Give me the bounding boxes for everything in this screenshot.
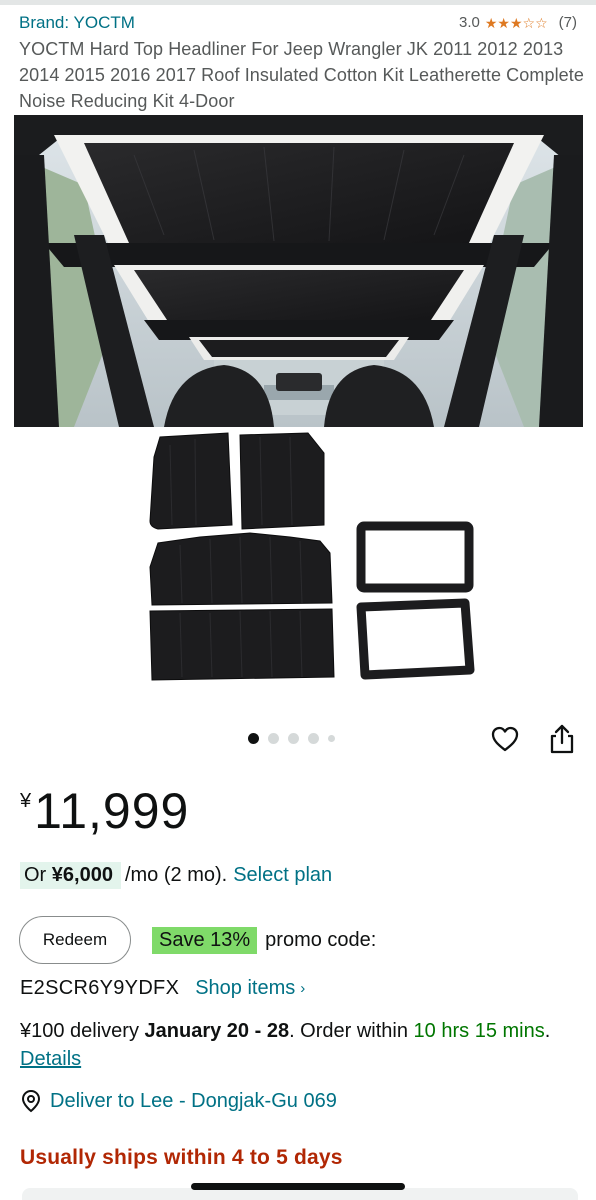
home-indicator[interactable] [191,1183,405,1190]
rating-count: (7) [558,14,577,31]
gallery-dot[interactable] [268,733,279,744]
star-full-icon: ★ [497,14,510,31]
brand-row: Brand: YOCTM 3.0 ★ ★ ★ ☆ ☆ (7) [19,13,579,35]
gallery-dot-active[interactable] [248,733,259,744]
star-empty-icon: ☆ [535,14,548,31]
star-full-icon: ★ [484,14,498,31]
installment-plan: Or ¥6,000 /mo (2 mo). Select plan [20,862,332,889]
star-empty-icon: ☆ [522,14,536,31]
star-full-icon: ★ [509,14,523,31]
details-link[interactable]: Details [20,1048,81,1070]
jeep-interior-illustration [14,115,583,427]
gallery-pagination [248,733,335,744]
price-amount: 11,999 [34,783,190,839]
promo-row: Redeem Save 13% promo code: [19,916,376,964]
price-currency: ¥ [20,790,32,812]
gallery-dot[interactable] [308,733,319,744]
shop-items-label: Shop items [195,977,296,999]
redeem-button[interactable]: Redeem [19,916,131,964]
rating-value: 3.0 [458,14,480,31]
select-plan-link[interactable]: Select plan [233,864,332,887]
share-icon[interactable] [547,722,577,756]
delivery-fee: ¥100 delivery [20,1020,145,1042]
heart-icon[interactable] [490,724,520,754]
order-countdown: 10 hrs 15 mins [413,1020,545,1042]
shop-items-link[interactable]: Shop items › [195,977,305,1000]
top-edge [0,0,596,5]
promo-code: E2SCR6Y9YDFX [20,977,180,999]
save-badge: Save 13% [152,926,258,954]
deliver-to-label: Deliver to Lee - Dongjak-Gu 069 [50,1089,337,1112]
brand-link[interactable]: Brand: YOCTM [19,13,135,33]
rating-summary[interactable]: 3.0 ★ ★ ★ ☆ ☆ (7) [459,14,577,31]
order-within: . Order within [289,1020,414,1042]
gallery-dot[interactable] [288,733,299,744]
promo-code-row: E2SCR6Y9YDFX Shop items › [20,977,305,1000]
promo-code-label: promo code: [265,928,377,951]
headliner-panels-illustration [149,432,475,681]
availability-status: Usually ships within 4 to 5 days [20,1146,343,1169]
rating-stars: ★ ★ ★ ☆ ☆ [485,16,548,30]
delivery-info: ¥100 delivery January 20 - 28. Order wit… [20,1017,580,1073]
product-photo-panels[interactable] [140,425,490,690]
installment-amount: ¥6,000 [51,864,113,886]
gallery-dot[interactable] [328,735,335,742]
installment-amount-badge: Or ¥6,000 [20,862,121,889]
product-photo-interior[interactable] [14,115,583,427]
price: ¥ 11,999 [20,780,189,842]
installment-terms: /mo (2 mo). [124,864,228,886]
installment-or: Or [24,864,52,886]
location-pin-icon [21,1089,41,1113]
product-title: YOCTM Hard Top Headliner For Jeep Wrangl… [19,39,585,111]
chevron-right-icon: › [300,980,306,997]
deliver-to-link[interactable]: Deliver to Lee - Dongjak-Gu 069 [20,1089,337,1113]
delivery-period: . [544,1020,551,1042]
delivery-dates: January 20 - 28 [144,1020,290,1042]
